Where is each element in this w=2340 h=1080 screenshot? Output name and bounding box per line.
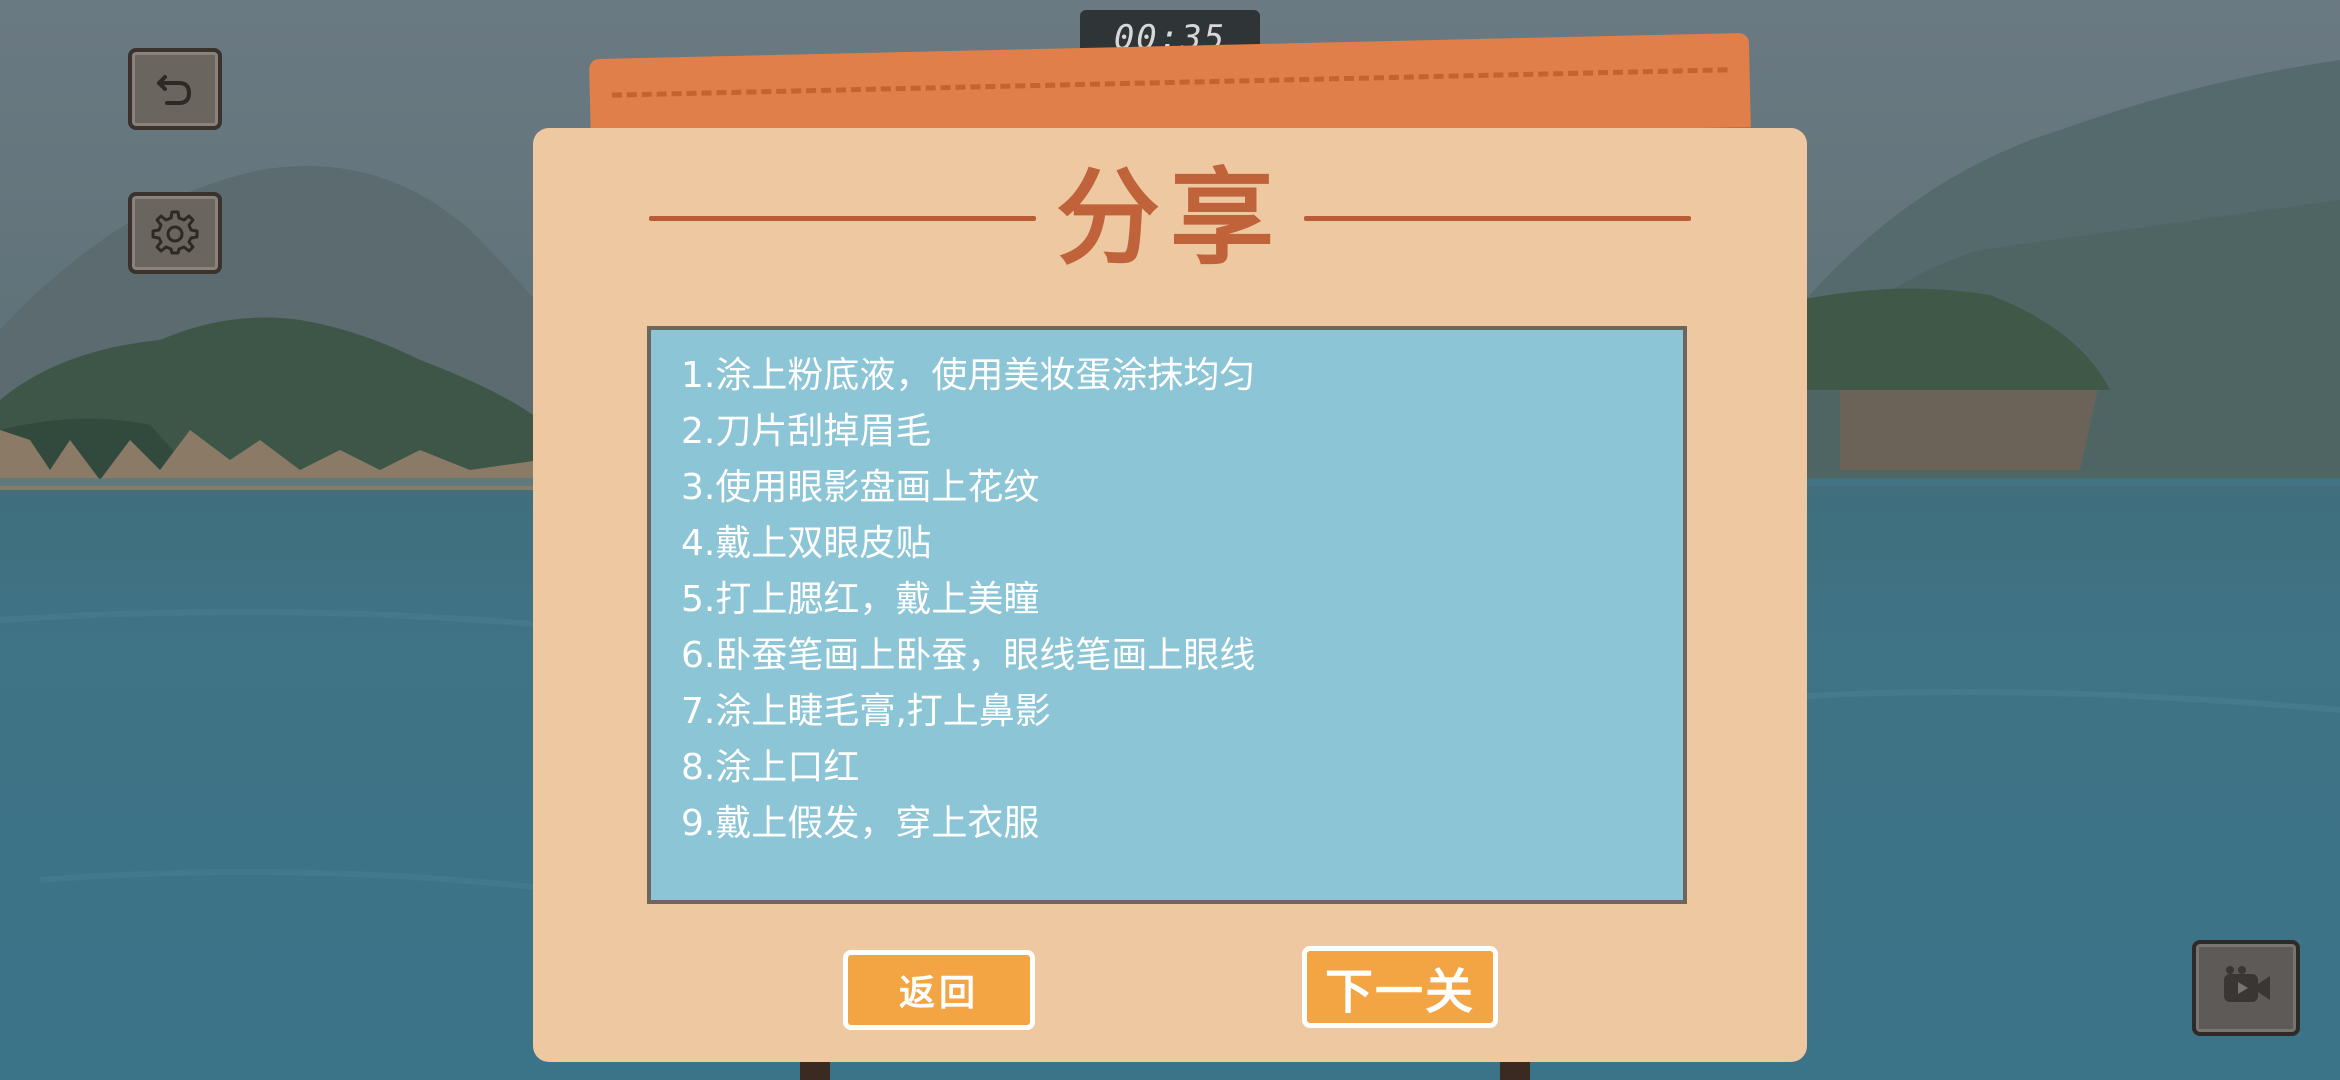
title-divider-right: [1304, 215, 1692, 221]
list-item: 6.卧蚕笔画上卧蚕，眼线笔画上眼线: [681, 635, 1256, 676]
undo-button[interactable]: [128, 48, 222, 130]
game-scene: 00:35 分享 1.涂上粉底液，使用美妆蛋涂抹均匀 2.刀片刮掉眉毛 3.使用…: [0, 0, 2340, 1080]
dialog-header: 分享: [649, 157, 1692, 279]
list-item: 5.打上腮红，戴上美瞳: [681, 579, 1040, 620]
list-item: 3.使用眼影盘画上花纹: [681, 467, 1040, 508]
tab-stitching: [611, 67, 1728, 98]
back-button[interactable]: 返回: [843, 950, 1035, 1030]
undo-icon: [157, 75, 192, 105]
next-level-button[interactable]: 下一关: [1302, 946, 1498, 1028]
steps-list: 1.涂上粉底液，使用美妆蛋涂抹均匀 2.刀片刮掉眉毛 3.使用眼影盘画上花纹 4…: [647, 326, 1687, 904]
gear-icon: [151, 210, 199, 255]
list-item: 7.涂上睫毛膏,打上鼻影: [681, 691, 1051, 732]
list-item: 1.涂上粉底液，使用美妆蛋涂抹均匀: [681, 355, 1256, 396]
list-item: 2.刀片刮掉眉毛: [681, 411, 932, 452]
video-button[interactable]: [2192, 940, 2300, 1036]
dialog-title: 分享: [1056, 157, 1285, 279]
list-item: 9.戴上假发，穿上衣服: [681, 803, 1040, 844]
share-dialog: 分享 1.涂上粉底液，使用美妆蛋涂抹均匀 2.刀片刮掉眉毛 3.使用眼影盘画上花…: [533, 128, 1807, 1062]
title-divider-left: [649, 215, 1036, 221]
list-item: 4.戴上双眼皮贴: [681, 523, 932, 564]
video-icon: [2224, 966, 2270, 1002]
list-item: 8.涂上口红: [681, 747, 860, 788]
settings-button[interactable]: [128, 192, 222, 274]
